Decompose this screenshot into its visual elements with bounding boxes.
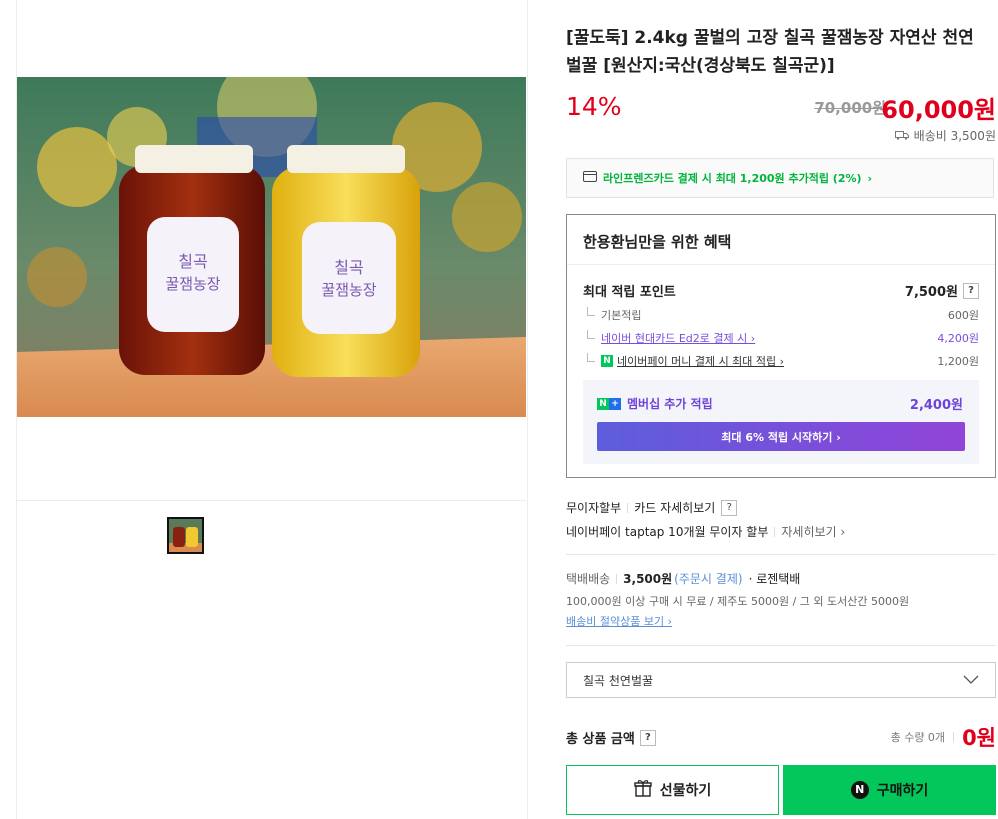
divider — [567, 264, 995, 265]
card-detail-link[interactable]: 카드 자세히보기 — [634, 499, 715, 516]
buy-label: 구매하기 — [876, 783, 929, 799]
npay-money-value: 1,200원 — [937, 355, 979, 368]
shipping-fee: 배송비 3,500원 — [894, 127, 996, 144]
basic-points-label: 기본적립 — [583, 307, 641, 323]
taptap-text: 네이버페이 taptap 10개월 무이자 할부 — [566, 525, 769, 539]
delivery-fee: 3,500원 — [623, 572, 673, 586]
delivery-carrier: · 로젠택배 — [748, 572, 801, 586]
hyundai-card-link[interactable]: 네이버 현대카드 Ed2로 결제 시 › — [601, 332, 755, 345]
divider — [566, 554, 996, 555]
delivery-condition: 100,000원 이상 구매 시 무료 / 제주도 5000원 / 그 외 도서… — [566, 595, 910, 608]
max-points-label: 최대 적립 포인트 — [583, 285, 676, 300]
option-select[interactable]: 칠곡 천연벌꿀 — [566, 662, 996, 698]
shipping-saving-link[interactable]: 배송비 절약상품 보기 › — [566, 613, 672, 629]
shipping-fee-text: 배송비 3,500원 — [913, 129, 996, 143]
card-banner-text: 라인프렌즈카드 결제 시 최대 1,200원 추가적립 (2%) — [603, 172, 862, 185]
membership-label: 멤버십 추가 적립 — [627, 397, 713, 411]
membership-start-button[interactable]: 최대 6% 적립 시작하기 › — [597, 422, 965, 451]
delivery-fee-note: (주문시 결제) — [674, 572, 743, 586]
installment-row: 무이자할부 카드 자세히보기 ? — [566, 499, 738, 516]
benefit-box: 한용환님만을 위한 혜택 최대 적립 포인트 7,500원 ? 기본적립 600… — [566, 214, 996, 478]
membership-row: N + 멤버십 추가 적립 — [597, 395, 713, 412]
help-icon[interactable]: ? — [721, 499, 738, 516]
product-gallery: 칠곡 꿀잼농장 칠곡 꿀잼농장 — [16, 0, 528, 819]
delivery-row: 택배배송 3,500원 (주문시 결제) · 로젠택배 — [566, 570, 800, 587]
total-summary: 총 수량 0개 0원 — [891, 722, 996, 752]
taptap-row: 네이버페이 taptap 10개월 무이자 할부 자세히보기 › — [566, 523, 845, 540]
basic-points-row: 기본적립 600원 — [583, 307, 979, 323]
total-label-row: 총 상품 금액 ? — [566, 728, 656, 747]
main-product-image[interactable]: 칠곡 꿀잼농장 칠곡 꿀잼농장 — [17, 77, 526, 417]
svg-text:칠곡: 칠곡 — [334, 258, 363, 277]
option-selected: 칠곡 천연벌꿀 — [583, 673, 654, 688]
total-quantity: 총 수량 0개 — [890, 731, 946, 744]
membership-box: N + 멤버십 추가 적립 2,400원 최대 6% 적립 시작하기 › — [583, 380, 979, 464]
divider — [627, 502, 629, 513]
basic-points-value: 600원 — [947, 309, 979, 322]
credit-card-icon — [583, 171, 597, 185]
divider — [774, 526, 776, 537]
card-benefit-banner[interactable]: 라인프렌즈카드 결제 시 최대 1,200원 추가적립 (2%) › — [566, 158, 994, 198]
help-icon[interactable]: ? — [963, 282, 979, 299]
npay-money-link[interactable]: 네이버페이 머니 결제 시 최대 적립 › — [617, 353, 784, 369]
taptap-detail-link[interactable]: 자세히보기 › — [781, 523, 845, 540]
total-label: 총 상품 금액 — [566, 732, 635, 747]
delivery-type: 택배배송 — [566, 572, 611, 586]
buy-button[interactable]: N 구매하기 — [783, 765, 996, 815]
original-price: 70,000원 — [814, 99, 886, 117]
gift-icon — [634, 779, 652, 801]
max-points-row: 최대 적립 포인트 7,500원 ? — [583, 281, 979, 300]
divider — [616, 573, 618, 584]
chevron-down-icon — [963, 673, 979, 687]
product-title: [꿀도둑] 2.4kg 꿀벌의 고장 칠곡 꿀잼농장 자연산 천연 벌꿀 [원산… — [566, 28, 974, 76]
naver-pay-icon: N — [850, 781, 869, 799]
max-points-value: 7,500원 — [904, 285, 958, 300]
thumbnail-row — [17, 500, 526, 554]
discount-rate: 14% — [566, 92, 622, 121]
svg-text:칠곡: 칠곡 — [178, 252, 207, 271]
sale-price: 60,000원 — [881, 96, 996, 124]
divider — [566, 645, 996, 646]
npay-icon: N — [601, 355, 613, 367]
chevron-right-icon: › — [867, 171, 873, 185]
total-price: 0원 — [962, 726, 996, 750]
hyundai-card-row: 네이버 현대카드 Ed2로 결제 시 › 4,200원 — [583, 330, 979, 346]
installment-label: 무이자할부 — [566, 501, 622, 515]
gift-button[interactable]: 선물하기 — [566, 765, 779, 815]
hyundai-card-value: 4,200원 — [937, 332, 979, 345]
svg-text:꿀잼농장: 꿀잼농장 — [321, 281, 376, 299]
thumbnail-image[interactable] — [167, 517, 204, 554]
benefit-title: 한용환님만을 위한 혜택 — [583, 233, 732, 251]
divider — [953, 732, 955, 742]
naver-plus-icon: N + — [597, 397, 621, 410]
gift-label: 선물하기 — [659, 783, 712, 799]
membership-value: 2,400원 — [909, 398, 963, 413]
help-icon[interactable]: ? — [639, 729, 656, 746]
truck-icon — [894, 129, 909, 143]
svg-text:꿀잼농장: 꿀잼농장 — [165, 275, 220, 293]
npay-money-row: N 네이버페이 머니 결제 시 최대 적립 › 1,200원 — [583, 353, 979, 369]
